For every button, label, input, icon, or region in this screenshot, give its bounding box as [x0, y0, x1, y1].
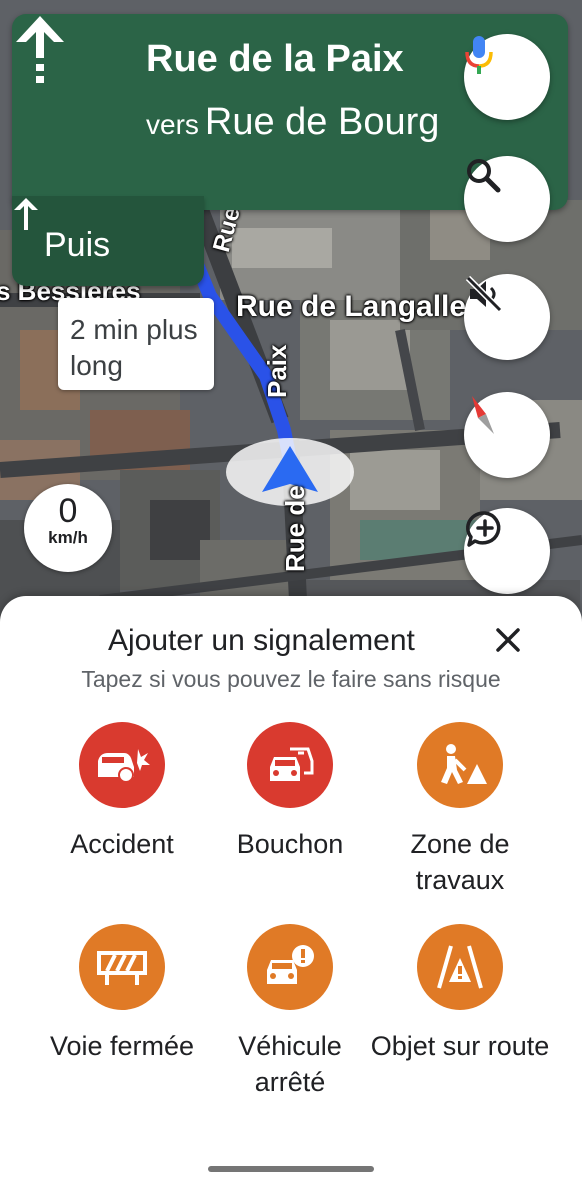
search-icon — [467, 159, 501, 193]
compass-button[interactable] — [464, 392, 550, 478]
report-label: Zone de travaux — [410, 829, 510, 895]
report-label: Bouchon — [236, 829, 344, 859]
report-label: Accident — [70, 829, 174, 859]
speedometer: 0 km/h — [24, 484, 112, 572]
nav-street-name: Rue de la Paix — [146, 38, 404, 80]
report-label: Objet sur route — [370, 1031, 550, 1061]
nav-towards-prefix: vers — [146, 109, 199, 140]
then-straight-arrow-icon — [14, 198, 38, 230]
search-button[interactable] — [464, 156, 550, 242]
microphone-icon — [465, 36, 493, 74]
report-label: Voie fermée — [49, 1031, 195, 1061]
report-lane-closed[interactable]: Voie fermée — [32, 924, 212, 1064]
road-object-icon — [417, 924, 503, 1010]
nav-towards-street: Rue de Bourg — [204, 101, 440, 143]
compass-icon — [472, 396, 494, 434]
map-view[interactable]: Rue de Langalle s Bessières Paix Rue de … — [0, 0, 582, 640]
stalled-vehicle-icon — [247, 924, 333, 1010]
straight-arrow-icon — [16, 16, 64, 83]
home-indicator[interactable] — [208, 1166, 374, 1172]
voice-search-button[interactable] — [464, 34, 550, 120]
car-crash-icon — [79, 722, 165, 808]
roadwork-icon — [417, 722, 503, 808]
nav-towards: vers Rue de Bourg — [146, 98, 476, 154]
lane-closed-icon — [79, 924, 165, 1010]
traffic-jam-icon — [247, 722, 333, 808]
speed-unit: km/h — [48, 528, 88, 547]
report-bottom-sheet: Ajouter un signalement Tapez si vous pou… — [0, 596, 582, 1190]
mute-button[interactable] — [464, 274, 550, 360]
report-label: Véhicule arrêté — [238, 1031, 342, 1097]
add-report-button[interactable] — [464, 508, 550, 594]
add-report-icon — [466, 511, 501, 547]
street-label-paix: Paix — [262, 344, 292, 399]
close-icon[interactable] — [490, 622, 526, 658]
street-label-langallerie: Rue de Langalle — [236, 290, 467, 323]
report-roadwork[interactable]: Zone de travaux — [370, 722, 550, 898]
report-traffic-jam[interactable]: Bouchon — [200, 722, 380, 862]
report-accident[interactable]: Accident — [32, 722, 212, 862]
then-label: Puis — [44, 226, 111, 264]
then-instruction-card[interactable]: Puis — [12, 196, 204, 286]
sheet-subtitle: Tapez si vous pouvez le faire sans risqu… — [81, 666, 501, 692]
alternative-route-bubble[interactable]: 2 min plus long — [58, 298, 214, 390]
sound-off-icon — [465, 275, 503, 313]
report-road-object[interactable]: Objet sur route — [370, 924, 550, 1064]
sheet-title: Ajouter un signalement — [108, 624, 415, 657]
speed-value: 0 — [58, 492, 78, 530]
report-stalled-vehicle[interactable]: Véhicule arrêté — [200, 924, 380, 1100]
street-label-rue-de: Rue de — [280, 485, 310, 572]
